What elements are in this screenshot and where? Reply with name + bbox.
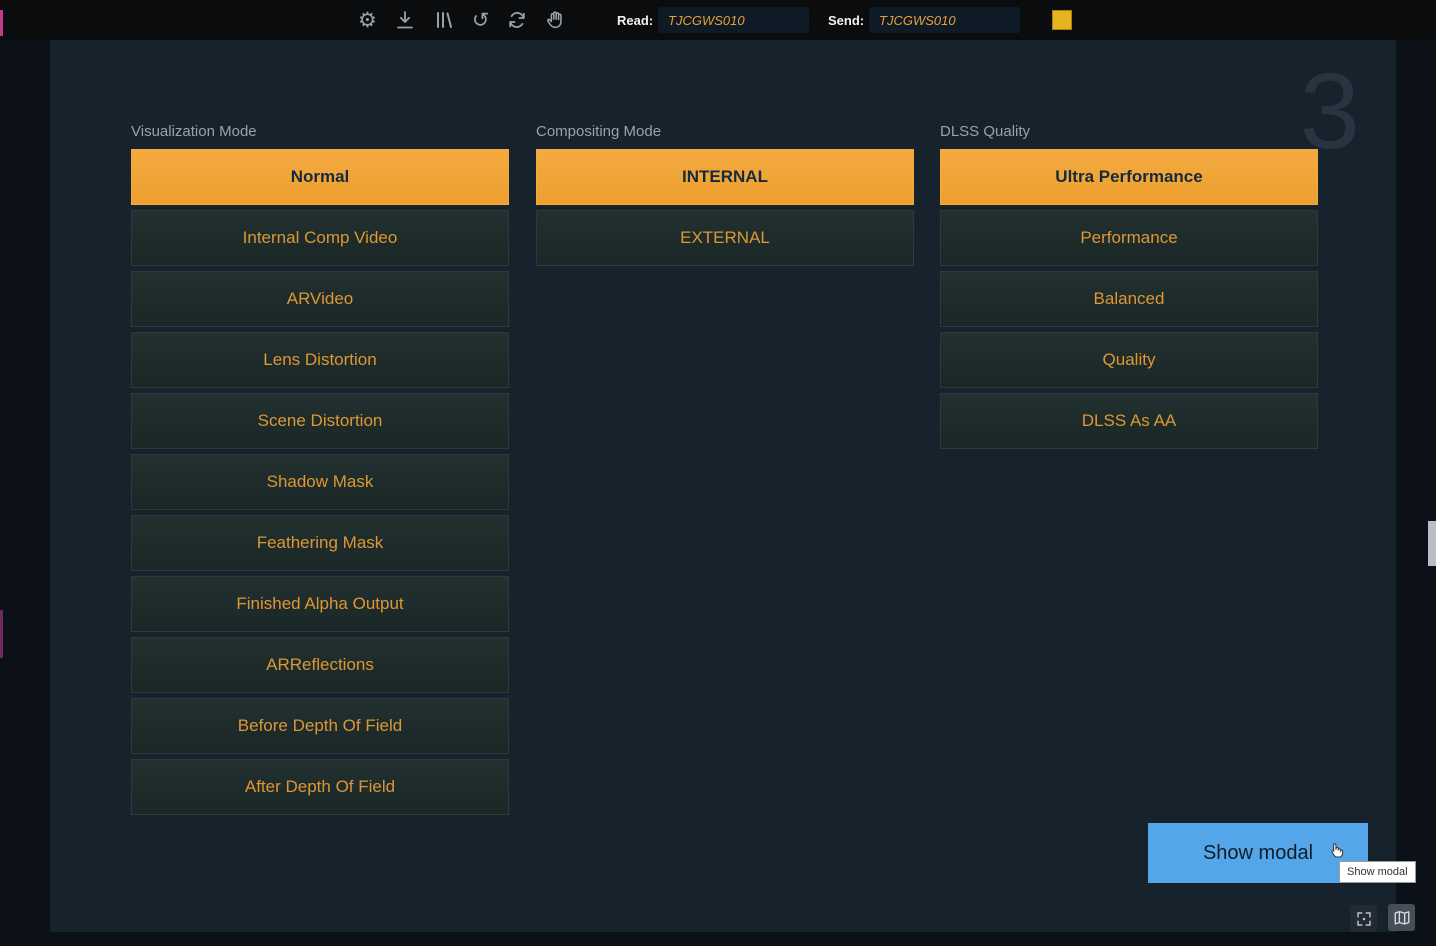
option-button[interactable]: Lens Distortion [131,332,509,388]
send-label: Send: [828,13,864,28]
topbar: ⚙ ↺ Read: Send: [0,0,1436,40]
fullscreen-icon[interactable] [1350,905,1377,932]
option-button[interactable]: Balanced [940,271,1318,327]
gear-icon[interactable]: ⚙ [358,10,377,31]
topbar-toolbar: ⚙ ↺ [358,0,567,40]
read-input[interactable] [658,7,809,33]
option-button[interactable]: DLSS As AA [940,393,1318,449]
option-button[interactable]: Performance [940,210,1318,266]
option-button[interactable]: INTERNAL [536,149,914,205]
option-button[interactable]: ARVideo [131,271,509,327]
option-button[interactable]: Normal [131,149,509,205]
scrollbar-thumb[interactable] [1428,521,1436,566]
send-input[interactable] [869,7,1020,33]
option-button[interactable]: EXTERNAL [536,210,914,266]
option-button[interactable]: Before Depth Of Field [131,698,509,754]
download-icon[interactable] [394,9,416,31]
sync-icon[interactable] [506,9,528,31]
option-button[interactable]: Quality [940,332,1318,388]
option-button[interactable]: Feathering Mask [131,515,509,571]
main-panel: 3 Visualization ModeNormalInternal Comp … [50,40,1396,932]
history-icon[interactable]: ↺ [472,10,490,31]
cursor-pointer-icon [1327,841,1347,861]
option-button[interactable]: Scene Distortion [131,393,509,449]
read-label: Read: [617,13,653,28]
tooltip-text: Show modal [1347,866,1408,878]
option-group: DLSS Quality Ultra PerformancePerformance… [940,123,1318,454]
group-label: Compositing Mode [536,123,914,143]
option-group: Visualization Mode NormalInternal Comp Vi… [131,123,509,820]
option-group: Compositing Mode INTERNALEXTERNAL [536,123,914,271]
option-button[interactable]: Finished Alpha Output [131,576,509,632]
map-icon[interactable] [1388,904,1415,931]
group-label: Visualization Mode [131,123,509,143]
option-button[interactable]: Ultra Performance [940,149,1318,205]
library-icon[interactable] [433,9,455,31]
tooltip: Show modal [1339,861,1416,883]
option-button[interactable]: ARReflections [131,637,509,693]
option-button[interactable]: Shadow Mask [131,454,509,510]
hand-icon[interactable] [545,9,567,31]
screen-artifact [0,10,3,36]
screen-artifact [0,610,3,658]
option-button[interactable]: Internal Comp Video [131,210,509,266]
color-swatch[interactable] [1052,10,1072,30]
group-label: DLSS Quality [940,123,1318,143]
show-modal-label: Show modal [1203,842,1313,865]
option-button[interactable]: After Depth Of Field [131,759,509,815]
